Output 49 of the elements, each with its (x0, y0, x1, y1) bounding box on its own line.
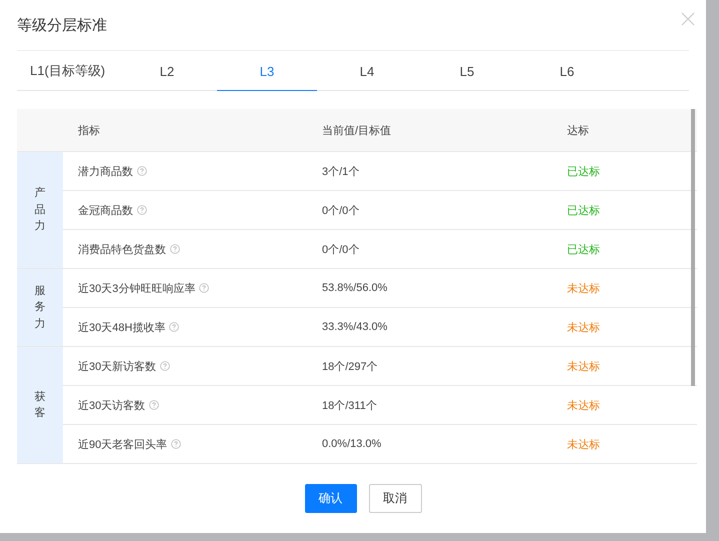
column-header: 达标 (567, 124, 589, 136)
scrollbar[interactable] (691, 109, 695, 386)
help-icon[interactable] (169, 322, 180, 332)
metric-label: 近30天3分钟旺旺响应率 (78, 282, 196, 296)
status-text: 未达标 (567, 400, 600, 412)
metric-label: 近90天老客回头率 (78, 438, 168, 452)
help-icon[interactable] (137, 205, 147, 215)
value-text: 0.0%/13.0% (322, 438, 382, 450)
help-icon[interactable] (171, 439, 182, 449)
help-icon[interactable] (199, 283, 210, 293)
status-text: 已达标 (567, 166, 600, 178)
help-icon[interactable] (170, 244, 180, 254)
status-text: 已达标 (567, 205, 600, 217)
close-icon[interactable] (681, 12, 695, 26)
value-text: 0个/0个 (322, 242, 360, 256)
status-text: 未达标 (567, 361, 600, 373)
value-text: 3个/1个 (322, 164, 360, 178)
level-tab[interactable]: L6 (517, 52, 617, 91)
metric-label: 消费品特色货盘数 (78, 242, 166, 256)
group-label: 获客 (34, 390, 46, 421)
metric-label: 金冠商品数 (78, 204, 133, 218)
value-text: 0个/0个 (322, 204, 360, 218)
confirm-button[interactable]: 确认 (304, 484, 356, 513)
dialog-title: 等级分层标准 (17, 16, 107, 34)
value-text: 18个/311个 (322, 398, 377, 412)
level-tab[interactable]: L2 (117, 52, 217, 91)
level-tab[interactable]: L5 (417, 52, 517, 91)
level-tab[interactable]: L3 (217, 52, 317, 91)
value-text: 33.3%/43.0% (322, 321, 388, 333)
level-tab[interactable]: L1(目标等级) (17, 52, 117, 91)
metric-label: 近30天新访客数 (78, 360, 156, 374)
value-text: 18个/297个 (322, 360, 378, 374)
status-text: 未达标 (567, 322, 600, 334)
metric-label: 近30天48H揽收率 (78, 320, 166, 334)
group-label: 产品力 (34, 186, 46, 234)
status-text: 已达标 (567, 244, 600, 256)
level-tab[interactable]: L4 (317, 52, 417, 91)
group-label: 服务力 (34, 284, 46, 332)
metric-label: 潜力商品数 (78, 164, 133, 178)
value-text: 53.8%/56.0% (322, 282, 388, 294)
help-icon[interactable] (149, 400, 160, 410)
column-header: 当前值/目标值 (322, 124, 392, 136)
help-icon[interactable] (137, 166, 147, 176)
status-text: 未达标 (567, 439, 600, 451)
cancel-button[interactable]: 取消 (368, 484, 422, 513)
column-header: 指标 (78, 124, 100, 136)
help-icon[interactable] (160, 361, 170, 371)
status-text: 未达标 (567, 283, 600, 295)
metric-label: 近30天访客数 (78, 398, 146, 412)
